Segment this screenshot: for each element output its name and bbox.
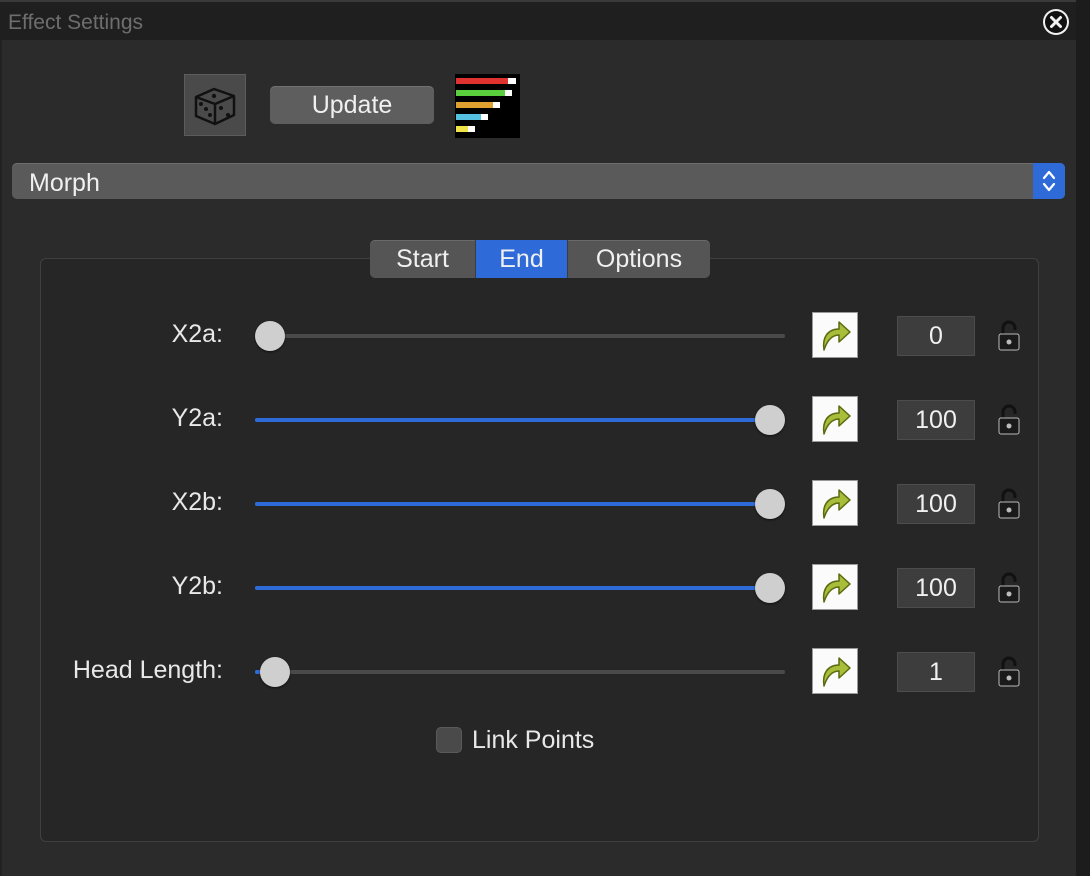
y2b-value-field[interactable]: 100: [897, 568, 975, 608]
unlocked-lock-icon[interactable]: [996, 572, 1022, 604]
slider-fill: [255, 502, 770, 506]
effect-type-value: Morph: [29, 169, 100, 197]
dice-icon: [194, 87, 236, 126]
slider-thumb[interactable]: [755, 405, 785, 435]
tab-bar: Start End Options: [370, 240, 710, 278]
color-bar-red: [456, 78, 508, 84]
link-points-checkbox[interactable]: [436, 727, 462, 753]
tab-start[interactable]: Start: [370, 240, 476, 278]
param-label: Head Length:: [72, 656, 223, 684]
up-down-chevron-icon: [1042, 170, 1056, 192]
slider-thumb[interactable]: [755, 489, 785, 519]
color-bar-yellow: [456, 126, 468, 132]
slider-track: [255, 334, 785, 338]
tab-options[interactable]: Options: [568, 240, 710, 278]
unlocked-lock-icon[interactable]: [996, 320, 1022, 352]
x2a-slider[interactable]: [255, 321, 785, 351]
reset-button[interactable]: [812, 396, 858, 442]
close-icon: [1045, 11, 1067, 33]
slider-thumb[interactable]: [260, 657, 290, 687]
window-title: Effect Settings: [8, 11, 144, 34]
param-row-head-length: Head Length: 1: [40, 646, 1040, 696]
color-bar-white: [493, 102, 500, 108]
reset-arrow-icon: [822, 489, 851, 519]
randomize-button[interactable]: [184, 74, 246, 136]
color-bar-white: [481, 114, 488, 120]
param-label: X2b:: [171, 488, 223, 516]
window-edge: [1076, 0, 1090, 876]
link-points-label: Link Points: [472, 726, 595, 754]
slider-fill: [255, 586, 770, 590]
select-stepper[interactable]: [1033, 163, 1065, 199]
color-bar-green: [456, 90, 505, 96]
slider-thumb[interactable]: [255, 321, 285, 351]
head-length-value-field[interactable]: 1: [897, 652, 975, 692]
window-edge-left: [0, 40, 2, 876]
color-bar-orange: [456, 102, 493, 108]
slider-fill: [255, 418, 770, 422]
tab-end[interactable]: End: [476, 240, 568, 278]
reset-button[interactable]: [812, 648, 858, 694]
title-bar: Effect Settings: [0, 0, 1076, 40]
unlocked-lock-icon[interactable]: [996, 488, 1022, 520]
reset-button[interactable]: [812, 312, 858, 358]
update-button[interactable]: Update: [270, 86, 434, 124]
head-length-slider[interactable]: [255, 657, 785, 687]
reset-arrow-icon: [822, 573, 851, 603]
param-label: Y2a:: [171, 404, 223, 432]
effect-settings-window: Effect Settings Update Morph Start End O…: [0, 0, 1090, 876]
param-row-y2a: Y2a: 100: [40, 394, 1040, 444]
color-bars-icon[interactable]: [455, 74, 520, 138]
reset-button[interactable]: [812, 564, 858, 610]
reset-arrow-icon: [822, 321, 851, 351]
slider-track: [255, 670, 785, 674]
color-bar-cyan: [456, 114, 481, 120]
color-bar-white: [468, 126, 475, 132]
effect-type-select[interactable]: Morph: [12, 163, 1065, 199]
unlocked-lock-icon[interactable]: [996, 404, 1022, 436]
x2b-slider[interactable]: [255, 489, 785, 519]
unlocked-lock-icon[interactable]: [996, 656, 1022, 688]
color-bar-white: [505, 90, 512, 96]
reset-arrow-icon: [822, 405, 851, 435]
x2a-value-field[interactable]: 0: [897, 316, 975, 356]
slider-thumb[interactable]: [755, 573, 785, 603]
x2b-value-field[interactable]: 100: [897, 484, 975, 524]
param-row-x2b: X2b: 100: [40, 478, 1040, 528]
reset-button[interactable]: [812, 480, 858, 526]
param-label: Y2b:: [171, 572, 223, 600]
param-label: X2a:: [171, 320, 223, 348]
y2a-slider[interactable]: [255, 405, 785, 435]
reset-arrow-icon: [822, 657, 851, 687]
close-button[interactable]: [1043, 9, 1069, 35]
param-row-y2b: Y2b: 100: [40, 562, 1040, 612]
y2a-value-field[interactable]: 100: [897, 400, 975, 440]
param-row-x2a: X2a: 0: [40, 310, 1040, 360]
color-bar-white: [508, 78, 516, 84]
y2b-slider[interactable]: [255, 573, 785, 603]
